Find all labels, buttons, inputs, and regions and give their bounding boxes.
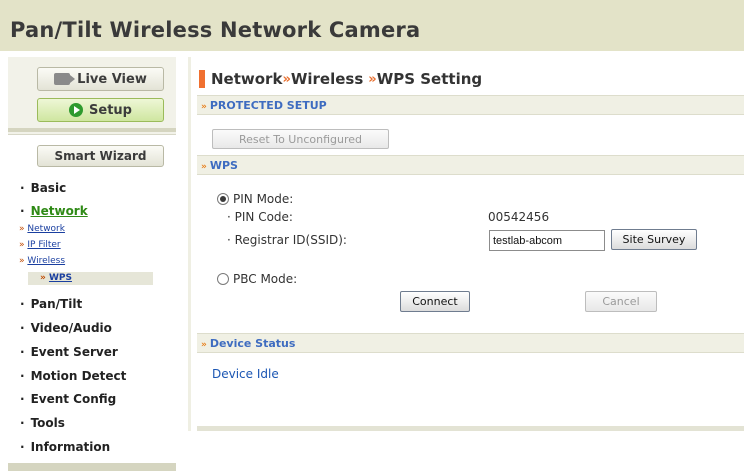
app-title: Pan/Tilt Wireless Network Camera [10,18,421,42]
sidebar-item-motion-detect[interactable]: · Motion Detect [20,369,126,383]
sidebar-item-label: Event Config [30,392,117,406]
sidebar-item-tools[interactable]: · Tools [20,416,65,430]
sidebar-item-label: Basic [30,181,67,195]
sidebar-item-information[interactable]: · Information [20,440,110,454]
sub-arrow-icon: » [40,273,46,283]
pin-mode-label: PIN Mode: [233,192,294,206]
pbc-mode-radio[interactable] [217,273,229,285]
sidebar-item-label: Network [30,204,88,218]
sub-item-network[interactable]: » Network [19,224,65,234]
sidebar-item-basic[interactable]: · Basic [20,181,66,195]
section-arrow-icon: » [201,102,207,112]
sub-item-wireless[interactable]: » Wireless [19,256,65,266]
sidebar-item-video-audio[interactable]: · Video/Audio [20,321,112,335]
section-arrow-icon: » [201,162,207,172]
bullet: · [20,369,25,383]
breadcrumb-separator: » [282,71,291,87]
section-wps: » WPS [197,155,744,175]
sidebar-item-pan-tilt[interactable]: · Pan/Tilt [20,297,82,311]
sidebar-footer [8,463,176,471]
pin-mode-radio[interactable] [217,193,229,205]
section-arrow-icon: » [201,340,207,350]
button-label: Connect [412,295,458,308]
registrar-id-input[interactable] [489,230,605,251]
app-header: Pan/Tilt Wireless Network Camera [0,0,744,51]
sidebar: Live View Setup Smart Wizard · Basic · Net… [8,57,176,472]
bullet: · [20,416,25,430]
cancel-button[interactable]: Cancel [585,291,657,312]
reset-to-unconfigured-button[interactable]: Reset To Unconfigured [212,129,389,149]
sub-item-label[interactable]: Network [27,224,65,234]
section-protected-setup: » PROTECTED SETUP [197,95,744,115]
live-view-button[interactable]: Live View [37,67,164,91]
sub-arrow-icon: » [19,224,25,234]
sidebar-item-label: Tools [30,416,65,430]
sidebar-item-label: Event Server [30,345,118,359]
divider [188,57,191,431]
bullet: · [20,345,25,359]
bullet: · [20,181,25,195]
sub-item-label[interactable]: WPS [49,273,72,283]
camera-icon [54,73,76,85]
live-view-label: Live View [77,71,147,87]
section-title: PROTECTED SETUP [209,99,327,112]
sidebar-item-network[interactable]: · Network [20,204,88,218]
bullet: · [20,392,25,406]
sidebar-item-label: Video/Audio [30,321,112,335]
title-accent-bar [199,70,205,88]
bullet: · [20,321,25,335]
section-title: Device Status [209,337,296,350]
button-label: Reset To Unconfigured [239,132,362,146]
sub-arrow-icon: » [19,256,25,266]
sub-item-wps[interactable]: » WPS [28,272,153,285]
breadcrumb-wps-setting: WPS Setting [376,70,483,88]
sub-item-label[interactable]: Wireless [27,256,65,266]
sidebar-item-event-config[interactable]: · Event Config [20,392,116,406]
pbc-mode-label: PBC Mode: [233,272,298,286]
bullet: · [20,204,25,218]
device-status-text: Device Idle [212,367,279,381]
smart-wizard-button[interactable]: Smart Wizard [37,145,164,167]
breadcrumb-wireless: Wireless [290,70,364,88]
main-footer-bar [197,426,744,431]
breadcrumb: Network » Wireless » WPS Setting [199,68,482,90]
section-device-status: » Device Status [197,333,744,353]
bullet: · [20,297,25,311]
sidebar-separator [8,128,176,132]
sidebar-item-event-server[interactable]: · Event Server [20,345,118,359]
sub-item-ip-filter[interactable]: » IP Filter [19,240,61,250]
connect-button[interactable]: Connect [400,291,470,312]
breadcrumb-network: Network [211,70,283,88]
smart-wizard-label: Smart Wizard [54,149,147,163]
setup-button[interactable]: Setup [37,98,164,122]
play-icon [69,103,84,117]
button-label: Site Survey [622,233,686,246]
setup-label: Setup [89,102,132,118]
site-survey-button[interactable]: Site Survey [611,229,697,250]
pin-code-value: 00542456 [488,210,550,224]
breadcrumb-separator: » [368,71,377,87]
sidebar-item-label: Motion Detect [30,369,127,383]
sidebar-item-label: Information [30,440,111,454]
pin-code-label: · PIN Code: [227,210,293,224]
sidebar-item-label: Pan/Tilt [30,297,83,311]
bullet: · [20,440,25,454]
sub-item-label[interactable]: IP Filter [27,240,60,250]
sub-arrow-icon: » [19,240,25,250]
registrar-id-label: · Registrar ID(SSID): [227,233,347,247]
section-title: WPS [209,159,238,172]
button-label: Cancel [602,295,640,308]
